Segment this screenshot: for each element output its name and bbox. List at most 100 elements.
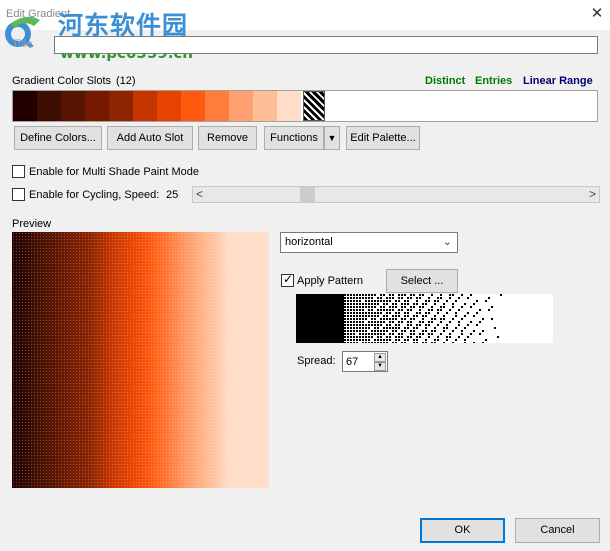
pattern-dot — [350, 321, 352, 323]
pattern-dot — [404, 330, 406, 332]
select-pattern-button[interactable]: Select ... — [386, 269, 458, 293]
pattern-dot — [395, 336, 397, 338]
pattern-dot — [356, 309, 358, 311]
color-slot[interactable] — [13, 91, 37, 121]
pattern-dot — [398, 300, 400, 302]
pattern-dot — [404, 303, 406, 305]
entries-link[interactable]: Entries — [475, 75, 512, 87]
dither-overlay — [12, 232, 269, 488]
pattern-dot — [470, 333, 472, 335]
pattern-dot — [464, 339, 466, 341]
pattern-dot — [416, 312, 418, 314]
gradient-slots-label: Gradient Color Slots — [12, 75, 112, 87]
pattern-dot — [380, 339, 382, 341]
pattern-dot — [437, 324, 439, 326]
color-slot[interactable] — [157, 91, 181, 121]
pattern-dot — [413, 342, 415, 343]
pattern-dot — [416, 303, 418, 305]
remove-button[interactable]: Remove — [198, 126, 257, 150]
pattern-dot — [461, 294, 463, 296]
pattern-slot[interactable] — [303, 91, 325, 121]
spin-up-icon[interactable]: ▲ — [374, 353, 386, 362]
pattern-dot — [407, 303, 409, 305]
pattern-dot — [422, 303, 424, 305]
pattern-dot — [431, 294, 433, 296]
color-slot[interactable] — [133, 91, 157, 121]
pattern-preview — [296, 294, 553, 343]
pattern-dot — [401, 333, 403, 335]
pattern-dot — [461, 330, 463, 332]
define-colors-button[interactable]: Define Colors... — [14, 126, 102, 150]
color-slot[interactable] — [37, 91, 61, 121]
pattern-dot — [359, 333, 361, 335]
title-input[interactable] — [54, 36, 598, 54]
multi-shade-checkbox[interactable] — [12, 165, 25, 178]
pattern-dot — [428, 297, 430, 299]
pattern-dot — [422, 318, 424, 320]
pattern-dot — [434, 315, 436, 317]
pattern-dot — [374, 330, 376, 332]
pattern-dot — [410, 324, 412, 326]
color-slot[interactable] — [61, 91, 85, 121]
pattern-dot — [392, 342, 394, 343]
pattern-dot — [377, 321, 379, 323]
ok-button[interactable]: OK — [420, 518, 505, 543]
gradient-slots-count: (12) — [116, 75, 136, 87]
pattern-dot — [392, 297, 394, 299]
pattern-dot — [446, 312, 448, 314]
pattern-dot — [353, 333, 355, 335]
color-slot[interactable] — [277, 91, 301, 121]
slider-left-arrow-icon[interactable]: < — [196, 187, 203, 201]
pattern-dot — [428, 309, 430, 311]
pattern-dot — [353, 321, 355, 323]
distinct-link[interactable]: Distinct — [425, 75, 465, 87]
linear-range-link[interactable]: Linear Range — [523, 75, 593, 87]
cycling-checkbox[interactable] — [12, 188, 25, 201]
pattern-dot — [368, 333, 370, 335]
pattern-dot — [374, 324, 376, 326]
pattern-dot — [383, 309, 385, 311]
add-auto-slot-button[interactable]: Add Auto Slot — [107, 126, 193, 150]
pattern-dot — [362, 312, 364, 314]
pattern-dither-graphic — [296, 294, 502, 343]
cycling-speed-slider[interactable] — [192, 186, 600, 203]
direction-select[interactable]: horizontal ⌄ — [280, 232, 458, 253]
slider-thumb[interactable] — [300, 187, 315, 202]
pattern-dot — [344, 312, 346, 314]
functions-dropdown-button[interactable]: ▼ — [324, 126, 340, 150]
pattern-dot — [413, 294, 415, 296]
color-slot[interactable] — [253, 91, 277, 121]
pattern-dot — [344, 324, 346, 326]
pattern-dot — [389, 300, 391, 302]
edit-palette-button[interactable]: Edit Palette... — [346, 126, 420, 150]
color-slot[interactable] — [205, 91, 229, 121]
close-icon[interactable]: ✕ — [588, 5, 606, 23]
pattern-dot — [443, 342, 445, 343]
title-label: Title — [12, 38, 33, 50]
pattern-dot — [365, 324, 367, 326]
color-slot[interactable] — [109, 91, 133, 121]
color-slot[interactable] — [229, 91, 253, 121]
pattern-dot — [374, 321, 376, 323]
pattern-dot — [377, 336, 379, 338]
pattern-dot — [380, 336, 382, 338]
pattern-dot — [488, 297, 490, 299]
apply-pattern-checkbox[interactable]: ✓ — [281, 272, 294, 287]
pattern-dot — [383, 315, 385, 317]
color-slot[interactable] — [181, 91, 205, 121]
pattern-dot — [386, 327, 388, 329]
cancel-button[interactable]: Cancel — [515, 518, 600, 543]
pattern-dot — [362, 297, 364, 299]
pattern-dot — [380, 300, 382, 302]
functions-button[interactable]: Functions — [264, 126, 324, 150]
pattern-dot — [500, 294, 502, 296]
color-slot[interactable] — [85, 91, 109, 121]
spread-spinner[interactable]: 67 ▲ ▼ — [342, 351, 388, 372]
gradient-color-slots[interactable] — [12, 90, 598, 122]
pattern-dot — [386, 324, 388, 326]
pattern-dot — [356, 330, 358, 332]
spin-down-icon[interactable]: ▼ — [374, 362, 386, 371]
slider-right-arrow-icon[interactable]: > — [589, 187, 596, 201]
pattern-dot — [350, 342, 352, 343]
pattern-dot — [347, 294, 349, 296]
